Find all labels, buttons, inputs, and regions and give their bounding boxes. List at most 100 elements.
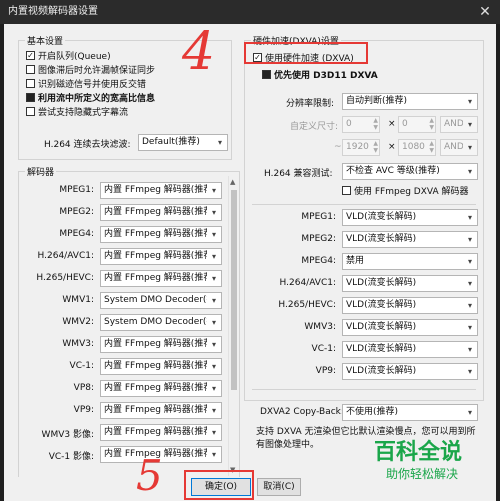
copyback-label: DXVA2 Copy-Back: <box>260 407 344 417</box>
ffmpeg-dxva-checkbox[interactable]: 使用 FFmpeg DXVA 解码器 <box>342 184 469 197</box>
decoder-value: 内置 FFmpeg 解码器(推荐) <box>104 251 216 261</box>
custom-min-and-select[interactable]: AND ▾ <box>440 116 478 133</box>
h264-compat-select[interactable]: 不检查 AVC 等级(推荐) ▾ <box>342 163 478 180</box>
hw-decoder-select[interactable]: VLD(流变长解码) ▾ <box>342 341 478 358</box>
hw-decoder-label: H.265/HEVC: <box>278 300 336 310</box>
annotation-box-dxva <box>244 42 368 64</box>
basic-settings-title: 基本设置 <box>25 34 66 47</box>
h264-compat-value: 不检查 AVC 等级(推荐) <box>346 166 440 176</box>
decoder-value: 内置 FFmpeg 解码器(推荐) <box>104 405 216 415</box>
chevron-down-icon: ▾ <box>207 315 221 330</box>
hw-decoder-value: 禁用 <box>346 256 365 266</box>
chevron-down-icon: ▾ <box>207 447 221 462</box>
decoder-select[interactable]: 内置 FFmpeg 解码器(推荐) ▾ <box>100 424 222 441</box>
decoder-select[interactable]: 内置 FFmpeg 解码器(推荐) ▾ <box>100 402 222 419</box>
basic-option-checkbox[interactable]: 识别磁迹信号并使用反交错 <box>26 77 146 90</box>
decoder-select[interactable]: 内置 FFmpeg 解码器(推荐) ▾ <box>100 182 222 199</box>
hw-decoder-label: MPEG2: <box>301 234 336 244</box>
hw-decoder-select[interactable]: VLD(流变长解码) ▾ <box>342 275 478 292</box>
decoder-select[interactable]: System DMO Decoder(推荐 ▾ <box>100 292 222 309</box>
decoder-value: System DMO Decoder(推荐 <box>104 295 222 305</box>
chevron-down-icon: ▾ <box>207 227 221 242</box>
hw-decoder-select[interactable]: VLD(流变长解码) ▾ <box>342 209 478 226</box>
hw-decoder-value: VLD(流变长解码) <box>346 278 417 288</box>
hw-decoder-select[interactable]: VLD(流变长解码) ▾ <box>342 297 478 314</box>
cancel-button[interactable]: 取消(C) <box>257 478 301 496</box>
decoder-select[interactable]: 内置 FFmpeg 解码器(推荐) ▾ <box>100 248 222 265</box>
checkbox-filled-icon <box>26 93 35 102</box>
d3d11-checkbox[interactable]: 优先使用 D3D11 DXVA <box>262 68 378 81</box>
range-dash: ~ <box>334 142 342 152</box>
watermark-logo: 百科全说 助你轻松解决 <box>374 440 494 482</box>
basic-option-checkbox[interactable]: 尝试支持隐藏式字幕流 <box>26 105 128 118</box>
chevron-down-icon: ▾ <box>463 364 477 379</box>
h264-compat-label: H.264 兼容测试: <box>264 169 333 179</box>
hw-decoder-select[interactable]: 禁用 ▾ <box>342 253 478 270</box>
hw-decoder-select[interactable]: VLD(流变长解码) ▾ <box>342 319 478 336</box>
decoder-label: H.264/AVC1: <box>37 251 94 261</box>
copyback-select[interactable]: 不使用(推荐) ▾ <box>342 404 478 421</box>
times-sign: × <box>388 142 396 152</box>
resolution-select[interactable]: 自动判断(推荐) ▾ <box>342 93 478 110</box>
basic-option-checkbox[interactable]: 图像滞后时允许漏帧保证同步 <box>26 63 155 76</box>
decoder-select[interactable]: 内置 FFmpeg 解码器(推荐) ▾ <box>100 270 222 287</box>
chevron-down-icon: ▾ <box>463 232 477 247</box>
resolution-label: 分辨率限制: <box>286 99 335 109</box>
watermark-subtitle: 助你轻松解决 <box>386 467 459 481</box>
chevron-down-icon: ▾ <box>463 405 477 420</box>
annotation-number-5: 5 <box>136 451 163 500</box>
decoder-label: WMV1: <box>62 295 94 305</box>
chevron-down-icon: ▾ <box>463 94 477 109</box>
custom-width-min[interactable]: 0 ▲ ▼ <box>342 116 380 133</box>
decoder-value: System DMO Decoder(推荐 <box>104 317 222 327</box>
checkbox-icon <box>26 107 35 116</box>
chevron-down-icon: ▾ <box>463 210 477 225</box>
scrollbar-thumb[interactable] <box>231 190 237 390</box>
scroll-up-icon: ▲ <box>230 178 236 186</box>
decoder-select[interactable]: 内置 FFmpeg 解码器(推荐) ▾ <box>100 380 222 397</box>
decoder-value: 内置 FFmpeg 解码器(推荐) <box>104 207 216 217</box>
decoder-select[interactable]: 内置 FFmpeg 解码器(推荐) ▾ <box>100 204 222 221</box>
times-sign: × <box>388 119 396 129</box>
basic-option-label: 开启队列(Queue) <box>38 52 111 62</box>
decoder-label: VP8: <box>73 383 94 393</box>
custom-height-max-value: 1080 <box>402 142 425 152</box>
checkbox-icon <box>342 186 351 195</box>
basic-option-checkbox[interactable]: 利用流中所定义的宽高比信息 <box>26 91 155 104</box>
decoder-select[interactable]: 内置 FFmpeg 解码器(推荐) ▾ <box>100 226 222 243</box>
hw-decoder-label: MPEG1: <box>301 212 336 222</box>
chevron-down-icon: ▾ <box>207 205 221 220</box>
decoder-select[interactable]: System DMO Decoder(推荐 ▾ <box>100 314 222 331</box>
and-value: AND <box>444 142 464 152</box>
basic-option-checkbox[interactable]: ✓ 开启队列(Queue) <box>26 49 111 62</box>
decoder-value: 内置 FFmpeg 解码器(推荐) <box>104 185 216 195</box>
custom-width-max[interactable]: 1920 ▲ ▼ <box>342 139 380 156</box>
custom-height-max[interactable]: 1080 ▲ ▼ <box>398 139 436 156</box>
close-button[interactable]: ✕ <box>474 2 496 22</box>
spin-icon: ▲ ▼ <box>373 140 378 154</box>
h264-deblock-select[interactable]: Default(推荐) ▾ <box>138 134 228 151</box>
decoder-select[interactable]: 内置 FFmpeg 解码器(推荐) ▾ <box>100 336 222 353</box>
custom-height-min[interactable]: 0 ▲ ▼ <box>398 116 436 133</box>
hw-decoder-value: VLD(流变长解码) <box>346 366 417 376</box>
watermark-title: 百科全说 <box>374 440 463 465</box>
decoders-scrollbar[interactable]: ▲ ▼ <box>228 176 238 476</box>
decoder-label: MPEG1: <box>59 185 94 195</box>
decoder-label: H.265/HEVC: <box>36 273 94 283</box>
hw-divider <box>252 389 476 390</box>
h264-deblock-label: H.264 连续去块滤波: <box>44 140 131 150</box>
hw-decoder-select[interactable]: VLD(流变长解码) ▾ <box>342 363 478 380</box>
decoder-value: 内置 FFmpeg 解码器(推荐) <box>104 427 216 437</box>
checkbox-icon <box>26 79 35 88</box>
decoder-label: VC-1: <box>69 361 94 371</box>
hw-divider <box>252 204 476 205</box>
chevron-down-icon: ▾ <box>463 140 477 155</box>
spin-icon: ▲ ▼ <box>429 140 434 154</box>
decoder-select[interactable]: 内置 FFmpeg 解码器(推荐) ▾ <box>100 358 222 375</box>
hw-decoder-value: VLD(流变长解码) <box>346 300 417 310</box>
hw-decoder-select[interactable]: VLD(流变长解码) ▾ <box>342 231 478 248</box>
custom-max-and-select[interactable]: AND ▾ <box>440 139 478 156</box>
window-title: 内置视频解码器设置 <box>8 6 98 17</box>
custom-height-min-value: 0 <box>402 119 408 129</box>
decoder-value: 内置 FFmpeg 解码器(推荐) <box>104 339 216 349</box>
